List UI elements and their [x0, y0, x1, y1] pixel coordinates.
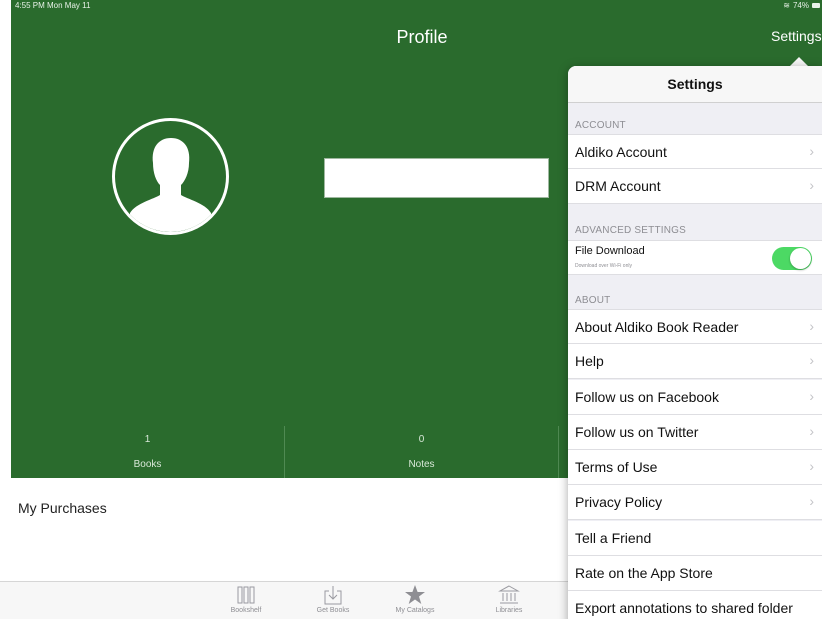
chevron-right-icon: ›	[809, 143, 814, 159]
aldiko-account-label: Aldiko Account	[575, 144, 667, 160]
tab-get-books[interactable]: Get Books	[303, 584, 363, 614]
settings-popover-title: Settings	[568, 66, 822, 103]
stat-books-label: Books	[133, 459, 162, 470]
twitter-row[interactable]: Follow us on Twitter ›	[568, 415, 822, 450]
settings-button[interactable]: Settings	[771, 28, 822, 44]
tab-bookshelf-label: Bookshelf	[230, 607, 262, 614]
tab-bookshelf[interactable]: Bookshelf	[216, 584, 276, 614]
stat-notes-value: 0	[418, 434, 425, 445]
status-time: 4:55 PM Mon May 11	[15, 1, 91, 10]
battery-icon	[812, 3, 820, 8]
file-download-sublabel: Download over Wi-Fi only	[575, 263, 632, 269]
terms-row[interactable]: Terms of Use ›	[568, 450, 822, 485]
chevron-right-icon: ›	[809, 352, 814, 368]
export-annotations-row[interactable]: Export annotations to shared folder	[568, 591, 822, 619]
page-title: Profile	[396, 27, 448, 47]
tab-my-catalogs[interactable]: My Catalogs	[385, 584, 445, 614]
stat-books-value: 1	[144, 434, 151, 445]
facebook-label: Follow us on Facebook	[575, 389, 719, 405]
stat-divider	[558, 426, 559, 478]
library-icon	[479, 584, 539, 606]
facebook-row[interactable]: Follow us on Facebook ›	[568, 380, 822, 415]
star-icon	[385, 584, 445, 606]
section-account-header: ACCOUNT	[575, 120, 626, 131]
chevron-right-icon: ›	[809, 493, 814, 509]
help-row[interactable]: Help ›	[568, 344, 822, 379]
battery-percent: 74%	[792, 1, 809, 10]
bookshelf-icon	[216, 584, 276, 606]
twitter-label: Follow us on Twitter	[575, 424, 699, 440]
stat-notes-label: Notes	[408, 459, 435, 470]
app-window: 4:55 PM Mon May 11 ≋ 74% Profile Setting…	[0, 0, 822, 619]
popover-arrow	[790, 57, 808, 66]
rate-app-row[interactable]: Rate on the App Store	[568, 556, 822, 591]
chevron-right-icon: ›	[809, 388, 814, 404]
chevron-right-icon: ›	[809, 318, 814, 334]
chevron-right-icon: ›	[809, 458, 814, 474]
file-download-label: File Download	[575, 245, 645, 257]
profile-name-field[interactable]	[324, 158, 549, 198]
about-label: About Aldiko Book Reader	[575, 319, 739, 335]
chevron-right-icon: ›	[809, 423, 814, 439]
stat-notes[interactable]: 0 Notes	[285, 426, 558, 478]
avatar[interactable]	[112, 118, 229, 235]
settings-popover: Settings ACCOUNT Aldiko Account › DRM Ac…	[568, 66, 822, 619]
file-download-toggle[interactable]	[772, 247, 812, 270]
tab-my-catalogs-label: My Catalogs	[395, 607, 435, 614]
drm-account-label: DRM Account	[575, 178, 661, 194]
tab-libraries-label: Libraries	[495, 607, 523, 614]
my-purchases-heading: My Purchases	[18, 500, 107, 516]
export-annotations-label: Export annotations to shared folder	[575, 600, 793, 616]
privacy-label: Privacy Policy	[575, 494, 663, 510]
download-icon	[303, 584, 363, 606]
tell-friend-label: Tell a Friend	[575, 530, 652, 546]
user-silhouette-icon	[130, 138, 211, 232]
file-download-row: File Download Download over Wi-Fi only	[568, 240, 822, 275]
privacy-row[interactable]: Privacy Policy ›	[568, 485, 822, 520]
wifi-icon: ≋	[783, 1, 790, 10]
aldiko-account-row[interactable]: Aldiko Account ›	[568, 134, 822, 169]
rate-app-label: Rate on the App Store	[575, 565, 713, 581]
tab-libraries[interactable]: Libraries	[479, 584, 539, 614]
stat-books[interactable]: 1 Books	[11, 426, 284, 478]
chevron-right-icon: ›	[809, 177, 814, 193]
section-about-header: ABOUT	[575, 295, 611, 306]
toggle-knob	[790, 248, 811, 269]
terms-label: Terms of Use	[575, 459, 658, 475]
about-row[interactable]: About Aldiko Book Reader ›	[568, 309, 822, 344]
status-indicators: ≋ 74%	[783, 1, 820, 10]
help-label: Help	[575, 353, 604, 369]
tab-get-books-label: Get Books	[316, 607, 350, 614]
drm-account-row[interactable]: DRM Account ›	[568, 169, 822, 204]
tell-friend-row[interactable]: Tell a Friend	[568, 521, 822, 556]
section-advanced-header: ADVANCED SETTINGS	[575, 225, 687, 236]
